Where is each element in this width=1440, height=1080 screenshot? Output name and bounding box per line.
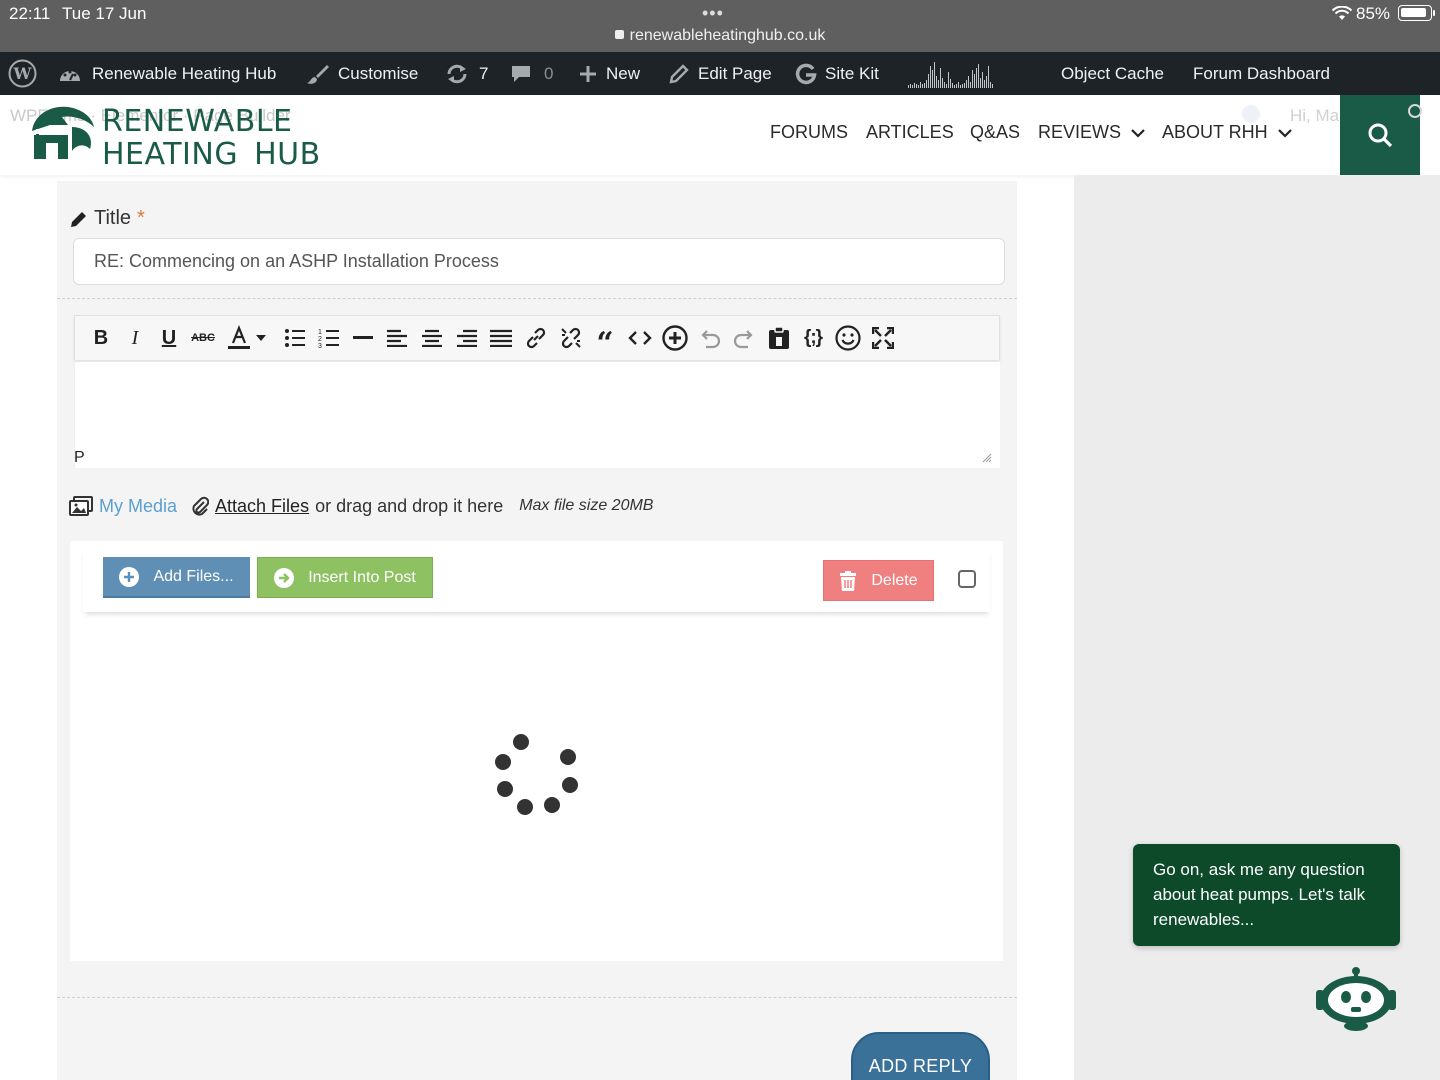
more-dots-icon[interactable]: ••• (702, 3, 724, 24)
attach-files-link[interactable]: Attach Files (215, 496, 309, 517)
status-date: Tue 17 Jun (62, 4, 147, 23)
loading-spinner-icon (495, 734, 578, 815)
svg-text:3: 3 (318, 343, 322, 349)
nav-qas[interactable]: Q&AS (970, 122, 1020, 143)
nav-forums[interactable]: FORUMS (770, 122, 848, 143)
chatbot-robot-icon[interactable] (1316, 966, 1424, 1032)
bullet-list-icon[interactable] (281, 324, 309, 352)
admin-customise[interactable]: Customise (306, 52, 418, 95)
house-leaf-logo-icon[interactable] (28, 103, 96, 161)
italic-icon[interactable]: I (121, 324, 149, 352)
title-input[interactable]: RE: Commencing on an ASHP Installation P… (73, 238, 1005, 285)
insert-plus-icon[interactable] (661, 324, 689, 352)
divider (57, 997, 1017, 998)
wordpress-logo-icon[interactable]: W (8, 52, 37, 95)
align-justify-icon[interactable] (487, 324, 515, 352)
redo-icon[interactable] (730, 324, 758, 352)
chevron-down-icon (1277, 128, 1292, 138)
align-center-icon[interactable] (418, 324, 446, 352)
code-icon[interactable] (626, 324, 654, 352)
chevron-down-icon (1131, 128, 1145, 138)
link-icon[interactable] (522, 324, 550, 352)
drag-drop-text: or drag and drop it here (315, 495, 504, 516)
align-right-icon[interactable] (453, 324, 481, 352)
unlink-icon[interactable] (557, 324, 585, 352)
admin-comments[interactable]: 0 (510, 52, 553, 95)
search-icon (1368, 123, 1393, 148)
nav-reviews[interactable]: REVIEWS (1038, 122, 1145, 143)
editor-toolbar: B I U ABC 123 “ {;} (74, 315, 1000, 360)
trash-icon (840, 570, 857, 591)
svg-text:2: 2 (318, 336, 322, 343)
site-header: WPForms · Elementor · Page Builder RENEW… (0, 95, 1440, 175)
align-left-icon[interactable] (383, 324, 411, 352)
admin-object-cache[interactable]: Object Cache (1061, 52, 1164, 95)
add-files-button[interactable]: Add Files... (103, 557, 250, 598)
add-reply-button[interactable]: ADD REPLY (851, 1032, 990, 1080)
url-text: renewableheatinghub.co.uk (629, 27, 826, 44)
status-time: 22:11 (9, 4, 51, 23)
reply-editor[interactable] (74, 362, 1000, 468)
horizontal-rule-icon[interactable] (349, 324, 377, 352)
wifi-icon (1332, 6, 1352, 20)
required-asterisk: * (137, 207, 145, 229)
arrow-right-circle-icon (274, 567, 295, 588)
pencil-icon (669, 63, 689, 84)
title-label: Title * (70, 207, 145, 230)
refresh-icon (447, 64, 467, 83)
insert-into-post-button[interactable]: Insert Into Post (257, 557, 433, 598)
svg-text:1: 1 (318, 329, 322, 336)
numbered-list-icon[interactable]: 123 (315, 324, 343, 352)
select-all-checkbox[interactable] (958, 570, 976, 588)
activity-sparkline[interactable] (908, 52, 993, 95)
faded-user-icon (1242, 105, 1260, 123)
chat-prompt-bubble[interactable]: Go on, ask me any question about heat pu… (1133, 844, 1400, 946)
ios-status-bar: 22:11 Tue 17 Jun ••• renewableheatinghub… (0, 0, 1440, 52)
undo-icon[interactable] (696, 324, 724, 352)
dashboard-icon (60, 70, 80, 81)
media-row: My Media Attach Files or drag and drop i… (69, 493, 653, 519)
comment-icon (512, 65, 530, 82)
nav-articles[interactable]: ARTICLES (866, 122, 954, 143)
divider (57, 298, 1017, 299)
resize-handle-icon[interactable] (982, 453, 992, 463)
lock-icon (614, 30, 624, 39)
faded-search-icon (1408, 104, 1422, 118)
source-code-icon[interactable]: {;} (799, 324, 827, 352)
battery-icon (1398, 5, 1432, 21)
bold-icon[interactable]: B (87, 324, 115, 352)
underline-icon[interactable]: U (155, 324, 183, 352)
google-g-icon (795, 63, 817, 84)
blockquote-icon[interactable]: “ (591, 324, 619, 359)
plus-icon (580, 65, 596, 82)
admin-updates[interactable]: 7 (445, 52, 488, 95)
admin-forum-dashboard[interactable]: Forum Dashboard (1193, 52, 1330, 95)
brush-icon (307, 64, 329, 84)
pencil-icon (71, 211, 86, 227)
my-media-link[interactable]: My Media (99, 496, 177, 517)
text-color-icon[interactable] (225, 324, 253, 352)
wp-admin-bar: W Renewable Heating Hub Customise 7 0 Ne… (0, 52, 1440, 95)
paste-icon[interactable] (765, 324, 793, 352)
delete-button[interactable]: Delete (823, 560, 934, 601)
dropdown-caret-icon[interactable] (253, 324, 269, 352)
nav-about-rhh[interactable]: ABOUT RHH (1162, 122, 1292, 143)
admin-edit-page[interactable]: Edit Page (668, 52, 772, 95)
address-bar[interactable]: renewableheatinghub.co.uk (0, 27, 1440, 45)
site-logo-text[interactable]: RENEWABLE HEATING HUB (102, 105, 321, 171)
images-icon (69, 496, 93, 516)
max-file-size: Max file size 20MB (519, 497, 654, 514)
battery-percent: 85% (1356, 4, 1391, 23)
svg-text:W: W (13, 64, 33, 83)
plus-circle-icon (119, 566, 140, 587)
paperclip-icon (192, 496, 210, 516)
admin-site-kit[interactable]: Site Kit (795, 52, 879, 95)
emoji-icon[interactable] (834, 324, 862, 352)
admin-site-name[interactable]: Renewable Heating Hub (58, 52, 276, 95)
admin-new[interactable]: New (578, 52, 640, 95)
strikethrough-icon[interactable]: ABC (189, 324, 217, 352)
editor-element-path: P (74, 449, 85, 466)
fullscreen-icon[interactable] (869, 324, 897, 352)
